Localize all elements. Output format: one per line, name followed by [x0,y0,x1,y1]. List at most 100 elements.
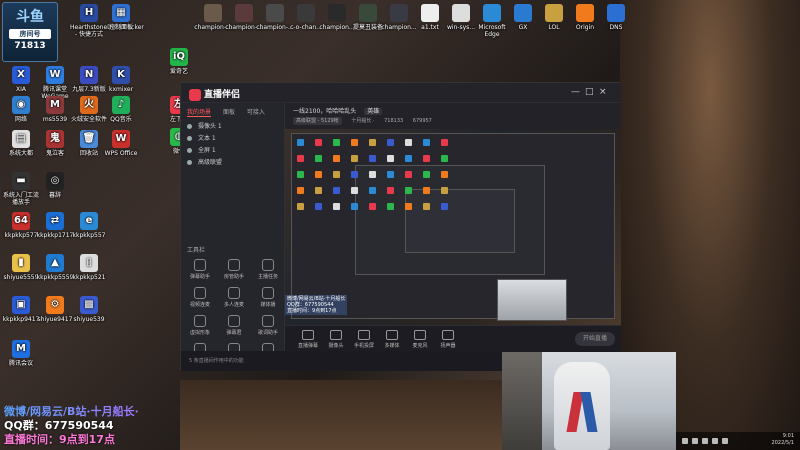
category[interactable]: 高级联盟 - 5129帐 [293,117,342,125]
start-stream-button[interactable]: 开始直播 [575,332,615,346]
tray-icon[interactable] [682,438,688,444]
desktop-icon-glyph: ▯ [80,254,98,272]
tray-icon[interactable] [702,438,708,444]
desktop-icon[interactable]: 64 kkpkkp577 [2,212,40,239]
minimize-button[interactable]: — [571,87,580,97]
eye-icon[interactable] [187,160,192,165]
tool-button[interactable]: 视频连麦 [185,287,215,308]
close-button[interactable]: × [599,87,607,97]
desktop-icon[interactable]: ▮ shiyue5559 [2,254,40,281]
preview-mini-icon [315,171,322,178]
desktop-icon-glyph: 🗑 [80,130,98,148]
desktop-icon[interactable]: ▬ 系统入门工流播放手 [2,172,40,206]
desktop-icon[interactable]: W腾讯课堂 WeGame [36,66,74,100]
desktop-icon[interactable]: ♪ QQ音乐 [102,96,140,123]
desktop-icon-glyph: K [112,66,130,84]
preview-mini-icon [405,155,412,162]
phone-cast-button[interactable]: 手机投屏 [351,330,377,349]
nested-preview-3 [405,189,515,253]
danmu-button[interactable]: 直播弹幕 [295,330,321,349]
preview-mini-icon [369,187,376,194]
scene-tabs: 我的场景 面板 可接入 [187,107,275,117]
eye-icon[interactable] [187,148,192,153]
desktop-icon[interactable]: M 腾讯会议 [2,340,40,367]
desktop-icon[interactable]: e kkpkkp557 [70,212,108,239]
volume-icon[interactable] [712,438,718,444]
desktop-icon[interactable]: iQ 爱奇艺 [160,48,198,75]
desktop-icon-glyph: ⚙ [46,296,64,314]
desktop-icon-glyph: 64 [12,212,30,230]
desktop-icon[interactable]: W WPS Office [102,130,140,157]
desktop-icon-label: 网络 [14,116,27,123]
desktop-icon-label: 控制面板 [108,24,133,31]
desktop-icon-label: WPS Office [104,150,138,157]
desktop-icon[interactable]: ▤ 系统大都 [2,130,40,157]
desktop-icon[interactable]: ▯ kkpkkp521 [70,254,108,281]
desktop-icon-label: 腾讯会议 [8,360,33,367]
tool-button[interactable]: 多人连麦 [219,287,249,308]
preview-mini-icon [297,171,304,178]
desktop-icon[interactable]: Kkxmixer [102,66,140,93]
desktop-icon-glyph [514,4,532,22]
room-number: 71813 [14,41,46,51]
desktop-icon-glyph: ⇄ [46,212,64,230]
desktop-icon[interactable]: Mms5539 [36,96,74,123]
nested-webcam [497,279,567,321]
camera-button[interactable]: 摄像头 [323,330,349,349]
scene-item[interactable]: 全屏 1 [187,145,279,155]
desktop-icon-label: ms5539 [42,116,68,123]
desktop-icon[interactable]: ▣ kkpkkp9417 [2,296,40,323]
desktop-icon[interactable]: ⇄ kkpkkp1717 [36,212,74,239]
media-button[interactable]: 多媒体 [379,330,405,349]
desktop-icon[interactable]: ⚙ shiyue9417 [36,296,74,323]
preview-mini-icon [387,139,394,146]
tool-button[interactable]: 虚拟形象 [185,315,215,336]
preview-mini-icon [297,203,304,210]
desktop-icon[interactable]: ◉ 网络 [2,96,40,123]
app-brand-text: 直播伴侣 [204,90,241,100]
preview-mini-icon [351,203,358,210]
maximize-button[interactable]: □ [585,87,594,97]
desktop-icon-label: DNS [609,24,623,31]
tool-button[interactable]: 房管助手 [219,259,249,280]
eye-icon[interactable] [187,124,192,129]
preview-mini-icon [333,155,340,162]
scene-item[interactable]: 高级联盟 [187,157,279,167]
stream-tag[interactable]: 英雄 [364,108,383,115]
desktop-icon[interactable]: 鬼鬼泣客 [36,130,74,157]
tab-my-scenes[interactable]: 我的场景 [187,109,212,117]
eye-icon[interactable] [187,136,192,141]
tray-icon[interactable] [692,438,698,444]
media-icon [386,330,398,340]
desktop-icon[interactable]: ▦ 控制面板 [102,4,140,31]
desktop-icon[interactable]: ◎ 暮辞 [36,172,74,199]
tray-clock[interactable]: 9:01 2022/5/1 [772,433,794,447]
tool-label: 虚拟形象 [189,330,210,336]
scene-item[interactable]: 摄像头 1 [187,121,279,131]
desktop-icon[interactable]: DNS [597,4,635,31]
scene-item[interactable]: 文本 1 [187,133,279,143]
app-titlebar[interactable]: 直播伴侣 — □ × [181,83,621,103]
clock-date: 2022/5/1 [771,440,794,446]
tool-button[interactable]: 歌词助手 [253,315,283,336]
preview-mini-icon [297,139,304,146]
preview-mini-icon [315,187,322,194]
stream-title[interactable]: 一线2100，哈哈哈乱头 英雄 [293,106,383,115]
desktop-icon-label: kkpkkp1717 [36,232,74,239]
desktop-icon[interactable]: ▩ shiyue539 [70,296,108,323]
tab-available[interactable]: 可接入 [247,109,265,116]
microphone-button[interactable]: 麦克风 [407,330,433,349]
tool-button[interactable]: 媒体播 [253,287,283,308]
preview-mini-icon [297,155,304,162]
desktop-icon[interactable]: X XIA [2,66,40,93]
scene-label: 高级联盟 [198,159,223,166]
tool-button[interactable]: 主播任务 [253,259,283,280]
tool-button[interactable]: 弹幕君 [219,315,249,336]
desktop-icon[interactable]: ▲ kkpkkp5559 [36,254,74,281]
speaker-button[interactable]: 扬声器 [435,330,461,349]
tab-panel[interactable]: 面板 [223,109,235,116]
scene-label: 文本 1 [198,135,216,142]
network-icon[interactable] [722,438,728,444]
stream-app-window[interactable]: 直播伴侣 — □ × 我的场景 面板 可接入 摄像头 1 文本 1 全屏 1 高… [180,82,621,371]
tool-button[interactable]: 弹幕助手 [185,259,215,280]
